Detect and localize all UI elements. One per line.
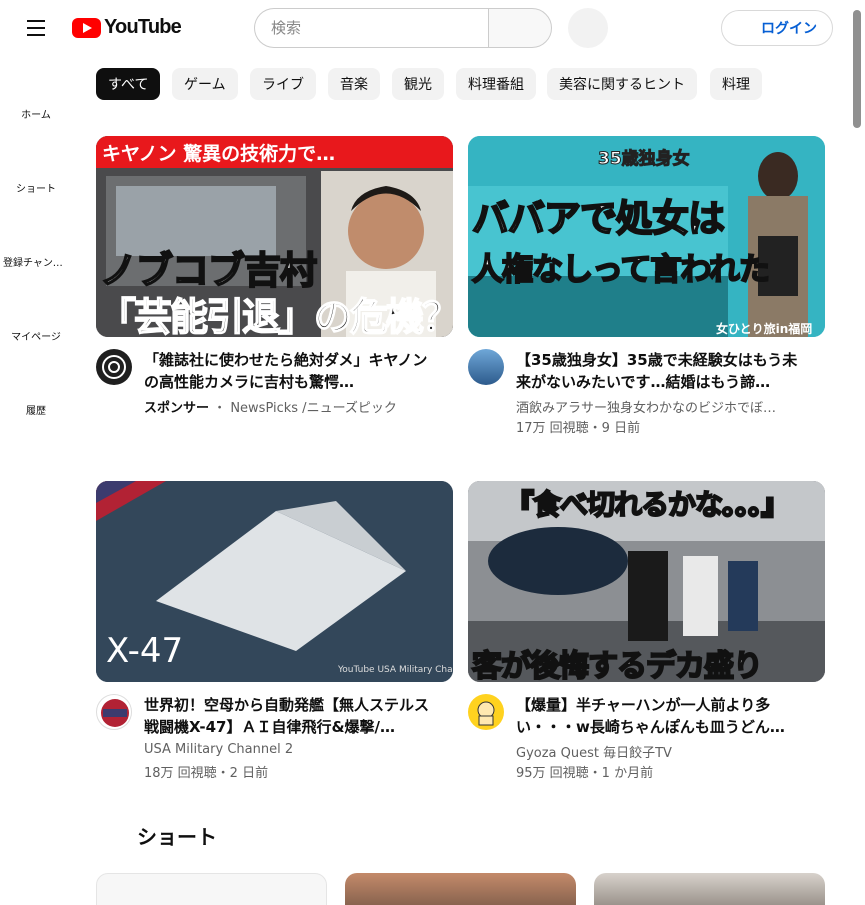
login-label: ログイン [761,21,817,37]
thumbnail-caption-top: キヤノン 驚異の技術力で… [102,143,336,165]
chip-bar-fade [775,68,815,100]
thumbnail-caption-bottom: 「芸能引退」の危機？ [97,294,453,337]
youtube-logo[interactable]: YouTube [72,16,182,39]
masthead: YouTube ログイン [0,0,865,56]
channel-name[interactable]: スポンサー ・ NewsPicks /ニューズピック [144,397,434,416]
video-title[interactable]: 【爆量】半チャーハンが一人前より多い・・・w長崎ちゃんぽんも皿うどん… [516,694,806,738]
channel-name[interactable]: USA Military Channel 2 [144,742,434,757]
sponsor-channel: NewsPicks /ニューズピック [230,401,397,416]
chip-live[interactable]: ライブ [250,68,316,100]
chip-music[interactable]: 音楽 [328,68,380,100]
thumbnail-corner-caption: 女ひとり旅in福岡 [716,322,813,336]
menu-icon[interactable] [20,12,52,44]
youtube-home-page: YouTube ログイン ホーム ショート 登録チャンネル マイページ 履歴 す… [0,0,865,905]
sidebar-item-history[interactable]: 履歴 [0,372,72,446]
sidebar-item-shorts[interactable]: ショート [0,150,72,224]
video-meta: 【爆量】半チャーハンが一人前より多い・・・w長崎ちゃんぽんも皿うどん… Gyoz… [468,682,825,781]
thumbnail-caption-bottom: 客が後悔するデカ盛り [471,648,764,682]
channel-avatar[interactable] [468,349,504,385]
chip-cooking-shows[interactable]: 料理番組 [456,68,536,100]
sidebar-item-label: 登録チャンネル [3,257,69,269]
login-button[interactable]: ログイン [721,10,833,46]
newspicks-logo-icon [102,355,126,379]
chip-bar: すべて ゲーム ライブ 音楽 観光 料理番組 美容に関するヒント 料理 [96,68,781,100]
video-card[interactable]: X-47 YouTube USA Military Channel 世界初！空母… [96,481,453,781]
channel-name[interactable]: 酒飲みアラサー独身女わかなのビジホでぼ… [516,397,806,416]
chip-all[interactable]: すべて [96,68,161,100]
video-thumbnail[interactable]: 『食べ切れるかな。。。』 客が後悔するデカ盛り [468,481,825,682]
logo-text: YouTube [104,16,182,38]
thumbnail-caption-bottom: 人権なしって言われた [471,251,771,289]
video-stats: 95万 回視聴・1 か月前 [516,766,654,781]
shorts-heading: ショート [137,825,217,849]
usa-logo-icon [101,699,129,727]
youtube-play-icon [72,17,101,38]
sidebar-item-label: マイページ [11,331,61,343]
video-title[interactable]: 「雑誌社に使わせたら絶対ダメ」キヤノンの高性能カメラに吉村も驚愕… [144,349,434,393]
sidebar-item-subscriptions[interactable]: 登録チャンネル [0,224,72,298]
video-thumbnail[interactable]: 35歳独身女 ババアで処女は 人権なしって言われた 女ひとり旅in福岡 [468,136,825,337]
sidebar-item-home[interactable]: ホーム [0,76,72,150]
short-thumbnail[interactable] [345,873,576,905]
video-meta: 「雑誌社に使わせたら絶対ダメ」キヤノンの高性能カメラに吉村も驚愕… スポンサー … [96,337,453,429]
short-thumbnail[interactable] [96,873,327,905]
chip-gaming[interactable]: ゲーム [172,68,238,100]
thumbnail-watermark: YouTube USA Military Channel [338,665,453,675]
chip-beauty-tips[interactable]: 美容に関するヒント [547,68,697,100]
video-card[interactable]: キヤノン 驚異の技術力で… ノブコブ吉村 「芸能引退」の危機？ 「雑誌社に使わせ… [96,136,453,429]
video-title[interactable]: 世界初！空母から自動発艦【無人ステルス戦闘機X-47】ＡＩ自律飛行&爆撃/… [144,694,434,738]
search-input[interactable] [254,8,488,48]
sidebar-item-label: ホーム [21,109,51,121]
video-title[interactable]: 【35歳独身女】35歳で未経験女はもう未来がないみたいです…結婚はもう諦… [516,349,806,393]
thumbnail-caption-top: 35歳独身女 [598,149,691,170]
gyoza-mascot-icon [477,701,495,726]
video-meta: 【35歳独身女】35歳で未経験女はもう未来がないみたいです…結婚はもう諦… 酒飲… [468,337,825,436]
short-thumbnail[interactable] [594,873,825,905]
thumbnail-caption-mid: ババアで処女は [471,196,726,241]
video-card[interactable]: 35歳独身女 ババアで処女は 人権なしって言われた 女ひとり旅in福岡 【35歳… [468,136,825,436]
scrollbar-track[interactable] [852,0,865,905]
thumbnail-caption: X-47 [106,631,184,671]
chip-cooking[interactable]: 料理 [710,68,762,100]
sponsor-label: スポンサー [144,401,210,416]
video-meta: 世界初！空母から自動発艦【無人ステルス戦闘機X-47】ＡＩ自律飛行&爆撃/… U… [96,682,453,781]
separator: ・ [213,401,227,416]
search-box [254,8,552,48]
video-stats: 17万 回視聴・9 日前 [516,421,641,436]
video-thumbnail[interactable]: キヤノン 驚異の技術力で… ノブコブ吉村 「芸能引退」の危機？ [96,136,453,337]
sidebar-item-you[interactable]: マイページ [0,298,72,372]
channel-name[interactable]: Gyoza Quest 毎日餃子TV [516,742,806,761]
video-stats: 18万 回視聴・2 日前 [144,766,269,781]
search-button[interactable] [488,8,552,48]
video-card[interactable]: 『食べ切れるかな。。。』 客が後悔するデカ盛り 【爆量】半チャーハンが一人前より… [468,481,825,781]
sidebar-item-label: 履歴 [26,405,46,417]
voice-search-button[interactable] [568,8,608,48]
channel-avatar[interactable] [96,349,132,385]
scrollbar-thumb[interactable] [853,10,861,128]
sidebar-item-label: ショート [16,183,56,195]
channel-avatar[interactable] [468,694,504,730]
video-thumbnail[interactable]: X-47 YouTube USA Military Channel [96,481,453,682]
chip-travel[interactable]: 観光 [392,68,444,100]
channel-avatar[interactable] [96,694,132,730]
thumbnail-caption-top: 『食べ切れるかな。。。』 [505,487,790,522]
